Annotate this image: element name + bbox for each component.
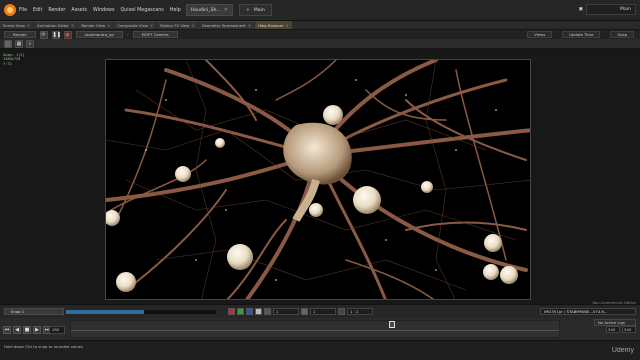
tab-label: Composite View (117, 23, 148, 28)
close-icon[interactable]: × (224, 7, 228, 13)
pause-icon[interactable]: ❚❚ (51, 30, 61, 39)
tab-help-browser[interactable]: Help Browser × (255, 21, 292, 29)
tab-label: Animation Editor (37, 23, 69, 28)
tab-geometry-spreadsheet[interactable]: Geometry Spreadsheet × (198, 21, 255, 29)
window-tab-houdini[interactable]: Houdini_Sh... × (185, 4, 233, 16)
gamma-icon[interactable] (301, 308, 308, 315)
chevron-right-icon: › (127, 32, 129, 37)
views-dropdown[interactable]: Views (527, 31, 553, 38)
close-icon[interactable]: × (71, 23, 74, 28)
gamma-field[interactable]: 1 (310, 308, 336, 315)
render-progress-bar (66, 310, 216, 314)
camera-selector[interactable]: MOPT Camera (132, 31, 178, 38)
close-icon[interactable]: × (150, 23, 153, 28)
neuron-render-icon (106, 60, 530, 299)
desktop-label: Main (620, 7, 631, 12)
window-tab-label: Houdini_Sh... (190, 7, 221, 13)
render-info-overlay: Snap: 1[1] 1280x720 f:72 (3, 53, 25, 66)
menu-bar: File Edit Render Assets Windows Quixel M… (0, 0, 640, 21)
houdini-logo-icon (4, 4, 16, 16)
tab-label: Scene View (3, 23, 25, 28)
end-frame-field[interactable]: 240 (622, 326, 636, 333)
grid-icon[interactable]: ▦ (15, 39, 23, 48)
render-image[interactable] (105, 59, 531, 300)
timeline-track (71, 330, 559, 331)
render-node-selector[interactable]: /out/mantra_ipr (75, 31, 124, 38)
menu-quixel-megascans[interactable]: Quixel Megascans (119, 8, 164, 13)
desktop-icon: ▣ (578, 7, 583, 12)
red-channel-icon[interactable] (228, 308, 235, 315)
update-time-dropdown[interactable]: Update Time (562, 31, 601, 38)
pane-tab-strip: Scene View × Animation Editor × Render Vie… (0, 21, 640, 30)
start-frame-field[interactable]: 240 (606, 326, 620, 333)
play-icon[interactable]: ▶ (33, 326, 41, 334)
select-icon[interactable]: ⬚ (4, 39, 12, 48)
tab-motion-fx-view[interactable]: Motion FX View × (157, 21, 198, 29)
exposure-field[interactable]: 1 (273, 308, 299, 315)
menu-assets[interactable]: Assets (70, 8, 88, 13)
menu-file[interactable]: File (18, 8, 28, 13)
close-icon[interactable]: × (191, 23, 194, 28)
render-path-row: Render ⟳ ❚❚ ● /out/mantra_ipr › MOPT Cam… (0, 30, 640, 39)
keys-selector[interactable]: No Active Ligs (594, 319, 636, 326)
current-frame-field[interactable]: 192 (49, 326, 65, 334)
add-icon: + (246, 7, 250, 13)
tab-composite-view[interactable]: Composite View × (114, 21, 157, 29)
tab-label: Help Browser (258, 23, 284, 28)
viewer-toolbar: ⬚ ▦ ⌕ (0, 39, 640, 49)
close-icon[interactable]: × (248, 23, 251, 28)
timeline-ruler[interactable] (70, 320, 560, 338)
timeline: ⏮ ◀ ■ ▶ ⏭ 192 No Active Ligs 240 240 (0, 318, 640, 340)
stop-icon[interactable]: ● (63, 30, 72, 39)
zoom-icon[interactable]: ⌕ (26, 39, 34, 48)
close-icon[interactable]: × (285, 23, 288, 28)
tab-label: Geometry Spreadsheet (201, 23, 246, 28)
zoom-field[interactable]: 1 : 2 (347, 308, 373, 315)
menu-edit[interactable]: Edit (32, 8, 43, 13)
alpha-channel-icon[interactable] (255, 308, 262, 315)
render-button[interactable]: Render (4, 31, 36, 38)
tab-label: Motion FX View (160, 23, 190, 28)
tab-scene-view[interactable]: Scene View × (0, 21, 34, 29)
main-menu: File Edit Render Assets Windows Quixel M… (18, 8, 182, 13)
stop-icon[interactable]: ■ (23, 326, 31, 334)
window-tab-label: Main (253, 7, 265, 13)
tab-animation-editor[interactable]: Animation Editor × (34, 21, 78, 29)
blue-channel-icon[interactable] (246, 308, 253, 315)
luminance-icon[interactable] (264, 308, 271, 315)
desktop-selector[interactable]: ▣ Main (579, 4, 636, 15)
snap-button[interactable]: Snap (610, 31, 634, 38)
snapshot-selector[interactable]: Snap 1 (4, 308, 64, 315)
window-tab-main[interactable]: + Main (239, 4, 272, 16)
menu-windows[interactable]: Windows (92, 8, 115, 13)
timeline-cursor[interactable] (389, 321, 395, 328)
jump-start-icon[interactable]: ⏮ (3, 326, 11, 334)
tab-label: Render View (81, 23, 106, 28)
udemy-logo: Udemy (611, 347, 634, 354)
green-channel-icon[interactable] (237, 308, 244, 315)
menu-render[interactable]: Render (47, 8, 66, 13)
render-playbar: Snap 1 1 1 1 : 2 IMG3Y.1pr / STABMPANE..… (0, 304, 640, 318)
progress-fill (66, 310, 144, 314)
menu-help[interactable]: Help (169, 8, 182, 13)
tab-render-view[interactable]: Render View × (78, 21, 114, 29)
status-bar: Hold down Ctrl to snap to rounded values… (0, 340, 640, 360)
close-icon[interactable]: × (27, 23, 30, 28)
lut-icon[interactable] (338, 308, 345, 315)
image-info: IMG3Y.1pr / STABMPANE...074.6... (540, 308, 636, 315)
close-icon[interactable]: × (107, 23, 110, 28)
refresh-icon[interactable]: ⟳ (39, 30, 48, 39)
status-message: Hold down Ctrl to snap to rounded values (4, 344, 83, 349)
step-back-icon[interactable]: ◀ (13, 326, 21, 334)
overlay-line: f:72 (3, 61, 12, 66)
